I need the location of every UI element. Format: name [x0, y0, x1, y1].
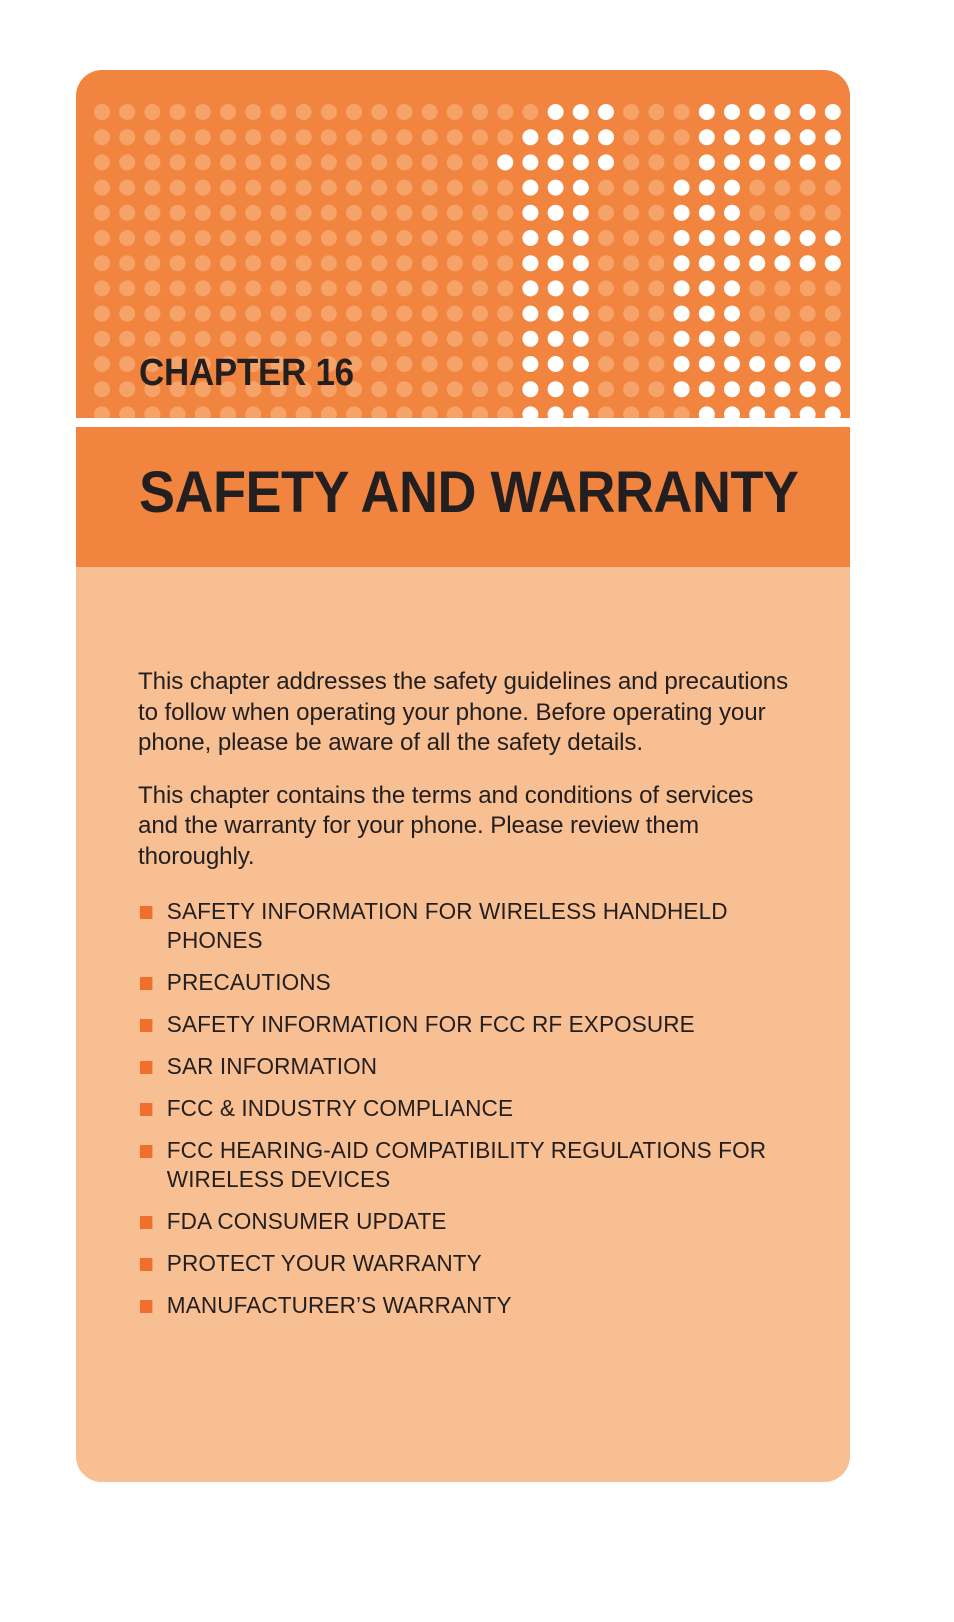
chapter-body: This chapter addresses the safety guidel… [76, 567, 850, 1482]
toc-item[interactable]: PRECAUTIONS [138, 968, 791, 997]
toc-item-label: FCC & INDUSTRY COMPLIANCE [166, 1095, 514, 1121]
intro-paragraph-1: This chapter addresses the safety guidel… [138, 668, 789, 756]
toc-item-label: SAFETY INFORMATION FOR FCC RF EXPOSURE [166, 1011, 695, 1037]
square-bullet-icon [139, 1145, 153, 1158]
square-bullet-icon [139, 1300, 153, 1313]
square-bullet-icon [139, 1258, 153, 1271]
page-title: SAFETY AND WARRANTY [139, 460, 799, 525]
square-bullet-icon [139, 906, 153, 919]
chapter-card: CHAPTER 16 SAFETY AND WARRANTY This chap… [76, 70, 850, 1482]
chapter-title-band: SAFETY AND WARRANTY [76, 427, 850, 567]
toc-item-label: SAR INFORMATION [166, 1053, 378, 1079]
square-bullet-icon [139, 977, 153, 990]
toc-item[interactable]: FDA CONSUMER UPDATE [138, 1207, 791, 1236]
document-page: CHAPTER 16 SAFETY AND WARRANTY This chap… [0, 0, 954, 1622]
chapter-hero-panel: CHAPTER 16 [76, 70, 850, 418]
intro-paragraph-2: This chapter contains the terms and cond… [138, 781, 754, 870]
toc-item[interactable]: PROTECT YOUR WARRANTY [138, 1249, 791, 1278]
square-bullet-icon [139, 1103, 153, 1116]
toc-item-label: PRECAUTIONS [166, 969, 331, 995]
toc-item[interactable]: SAFETY INFORMATION FOR WIRELESS HANDHELD… [138, 897, 791, 955]
toc-item-label: FCC HEARING-AID COMPATIBILITY REGULATION… [166, 1137, 767, 1192]
toc-item[interactable]: FCC HEARING-AID COMPATIBILITY REGULATION… [138, 1136, 791, 1194]
toc-item-label: MANUFACTURER’S WARRANTY [166, 1292, 512, 1318]
square-bullet-icon [139, 1216, 153, 1229]
toc-item[interactable]: SAR INFORMATION [138, 1052, 791, 1081]
toc-item[interactable]: MANUFACTURER’S WARRANTY [138, 1291, 791, 1320]
toc-item-label: FDA CONSUMER UPDATE [166, 1208, 447, 1234]
chapter-label: CHAPTER 16 [139, 352, 354, 394]
toc-item[interactable]: SAFETY INFORMATION FOR FCC RF EXPOSURE [138, 1010, 791, 1039]
hero-title-separator [76, 418, 850, 427]
toc-item-label: PROTECT YOUR WARRANTY [166, 1250, 482, 1276]
toc-item-label: SAFETY INFORMATION FOR WIRELESS HANDHELD… [166, 898, 728, 953]
intro-paragraphs: This chapter addresses the safety guidel… [138, 667, 802, 894]
chapter-contents-list: SAFETY INFORMATION FOR WIRELESS HANDHELD… [138, 897, 818, 1333]
toc-item[interactable]: FCC & INDUSTRY COMPLIANCE [138, 1094, 791, 1123]
square-bullet-icon [139, 1019, 153, 1032]
square-bullet-icon [139, 1061, 153, 1074]
